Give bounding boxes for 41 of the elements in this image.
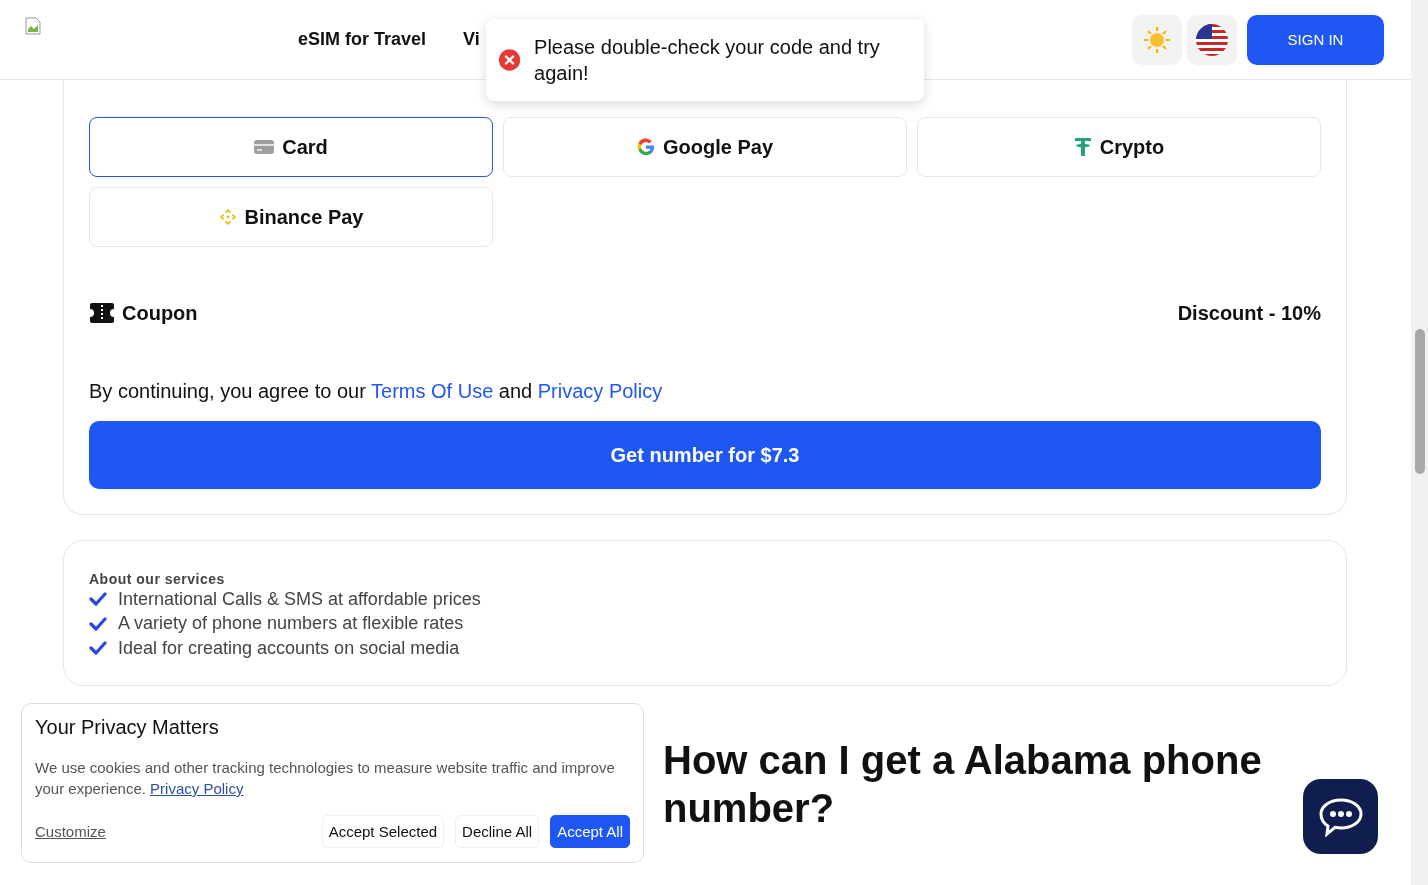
cookie-button[interactable]: Decline All: [455, 815, 540, 848]
broken-image-icon: [25, 17, 41, 35]
binance-icon: [218, 208, 237, 226]
payment-method-button[interactable]: Crypto: [917, 117, 1321, 177]
privacy-link[interactable]: Privacy Policy: [537, 380, 663, 402]
chat-button[interactable]: [1303, 779, 1378, 854]
sign-in-button[interactable]: SIGN IN: [1247, 14, 1384, 65]
service-text: A variety of phone numbers at flexible rates: [118, 613, 464, 635]
cookie-button[interactable]: Accept Selected: [321, 815, 445, 848]
cookie-title: Your Privacy Matters: [35, 716, 220, 739]
credit-card-icon: [254, 139, 275, 155]
payment-method-button[interactable]: Google Pay: [503, 117, 907, 177]
service-text: Ideal for creating accounts on social media: [118, 637, 460, 659]
error-icon: [498, 47, 522, 73]
coupon-label[interactable]: Coupon: [122, 301, 198, 325]
check-icon: [89, 616, 107, 631]
check-icon: [89, 641, 107, 656]
terms-link[interactable]: Terms Of Use: [371, 380, 494, 402]
sun-icon: [1143, 25, 1171, 54]
payment-method-button[interactable]: Card: [89, 117, 493, 177]
flag-icon: [1196, 23, 1228, 56]
get-number-button[interactable]: Get number for $7.3: [89, 421, 1321, 489]
nav-link[interactable]: Vi: [463, 29, 480, 50]
discount-label: Discount - 10%: [1177, 301, 1321, 325]
privacy-policy-link[interactable]: Privacy Policy: [150, 780, 244, 797]
nav-link[interactable]: eSIM for Travel: [298, 29, 427, 50]
cookie-text: We use cookies and other tracking technologies to measure website traffic and improve your experience. Privacy Policy: [35, 758, 616, 799]
payment-method-button[interactable]: Binance Pay: [89, 187, 493, 247]
toast-message: Please double-check your code and try again!: [534, 35, 881, 86]
ticket-icon: [89, 302, 115, 324]
terms-text: By continuing, you agree to our Terms Of Use and Privacy Policy: [89, 380, 664, 403]
chat-bubble-icon: [1317, 796, 1364, 837]
language-button[interactable]: [1187, 14, 1237, 65]
services-title: About our services: [89, 571, 226, 587]
customize-link[interactable]: Customize: [35, 823, 106, 840]
service-text: International Calls & SMS at affordable prices: [118, 588, 481, 610]
check-icon: [89, 592, 107, 607]
section-heading: How can I get a Alabama phone number?: [663, 736, 1263, 832]
google-icon: [637, 138, 655, 156]
cookie-button[interactable]: Accept All: [550, 815, 630, 848]
tether-icon: [1073, 137, 1092, 157]
